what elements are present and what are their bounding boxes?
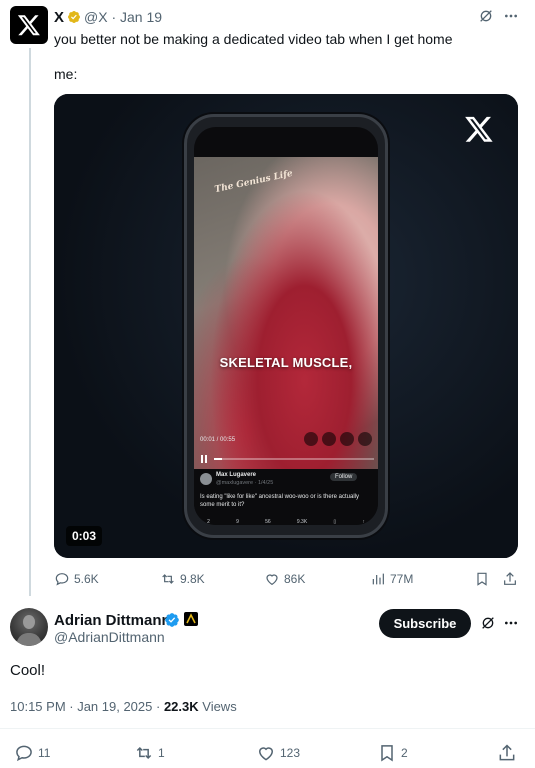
fullscreen-icon (358, 432, 372, 446)
video-control-icons (304, 432, 372, 446)
blue-verified-icon (164, 612, 180, 633)
like-count: 123 (280, 746, 301, 760)
inner-post: Max Lugavere @maxlugavere · 1/4/25 Follo… (194, 469, 378, 525)
tweet-meta: 10:15 PM · Jan 19, 2025 · 22.3K Views (10, 699, 237, 714)
share-button[interactable] (502, 571, 518, 587)
inner-bookmark-icon: ▯ (333, 519, 337, 525)
bookmark-button[interactable]: 2 (377, 743, 408, 763)
video-caption: SKELETAL MUSCLE, (219, 355, 353, 370)
phone-screen: The Genius Life SKELETAL MUSCLE, 00:01 /… (194, 127, 378, 525)
repost-button[interactable]: 9.8K (160, 571, 205, 587)
meat-image (194, 157, 378, 477)
bookmark-icon (381, 745, 393, 762)
video-duration-badge: 0:03 (66, 526, 103, 546)
reply-count: 11 (38, 746, 51, 760)
like-button[interactable]: 123 (256, 743, 300, 763)
inner-stat: 9.3K (296, 519, 308, 525)
quoted-action-bar: 5.6K 9.8K 86K 77M (54, 569, 518, 589)
inner-avatar (200, 473, 212, 485)
inner-stat: 9 (236, 519, 239, 525)
more-icon[interactable] (502, 8, 520, 29)
repost-count: 1 (158, 746, 165, 760)
main-action-bar: 11 1 123 2 (0, 740, 535, 764)
inner-author-name: Max Lugavere (216, 472, 257, 478)
views-count: 22.3K (163, 699, 199, 714)
inner-author-handle: @maxlugavere · 1/4/25 (216, 480, 274, 486)
inner-post-text: Is eating "like for like" ancestral woo-… (200, 494, 359, 508)
share-button[interactable] (497, 743, 517, 763)
tweet-text: you better not be making a dedicated vid… (54, 31, 453, 47)
views-icon (372, 573, 384, 585)
views-button[interactable]: 77M (370, 571, 413, 587)
video-player[interactable]: The Genius Life SKELETAL MUSCLE, 00:01 /… (54, 94, 518, 558)
share-icon (504, 572, 516, 585)
repost-count: 9.8K (180, 572, 205, 586)
bookmark-button[interactable] (474, 571, 490, 587)
inner-stat: 56 (265, 519, 271, 525)
divider (0, 728, 535, 729)
heart-icon (266, 574, 278, 586)
bookmark-icon (477, 572, 487, 586)
like-button[interactable]: 86K (264, 571, 305, 587)
tweet-text: Cool! (10, 662, 46, 679)
grok-icon[interactable] (480, 615, 496, 636)
pause-icon (201, 455, 207, 463)
more-icon[interactable] (502, 615, 520, 636)
thread-line (29, 48, 31, 596)
gold-verified-icon (67, 10, 81, 29)
reply-count: 5.6K (74, 572, 99, 586)
bookmark-count: 2 (401, 746, 408, 760)
settings-icon (304, 432, 318, 446)
video-progress-bar (214, 458, 374, 460)
tweet-timestamp[interactable]: 10:15 PM · Jan 19, 2025 · (10, 699, 164, 714)
repost-icon (136, 746, 152, 760)
avatar[interactable] (10, 608, 48, 646)
phone-mockup: The Genius Life SKELETAL MUSCLE, 00:01 /… (184, 114, 388, 538)
video-time: 00:01 / 00:55 (200, 437, 236, 443)
x-watermark-icon (464, 114, 494, 149)
avatar-x[interactable] (10, 6, 48, 44)
grok-icon[interactable] (478, 8, 494, 29)
subscribe-button[interactable]: Subscribe (379, 609, 471, 638)
cast-icon (322, 432, 336, 446)
author-name[interactable]: X (54, 9, 64, 26)
reply-button[interactable]: 11 (14, 743, 50, 763)
share-icon (499, 744, 515, 761)
repost-icon (162, 574, 174, 584)
affiliate-badge-icon (184, 612, 198, 626)
heart-icon (258, 747, 274, 761)
inner-stats: 2 9 56 9.3K ▯ ↑ (194, 519, 378, 525)
author-name[interactable]: Adrian Dittmann (54, 612, 171, 629)
views-label: Views (198, 699, 237, 714)
author-handle[interactable]: @AdrianDittmann (54, 629, 165, 645)
reply-icon (16, 745, 32, 762)
inner-stat: 2 (207, 519, 210, 525)
tweet-text-line2: me: (54, 66, 78, 82)
inner-follow-button: Follow (330, 473, 358, 481)
like-count: 86K (284, 572, 306, 586)
repost-button[interactable]: 1 (134, 743, 165, 763)
reply-icon (55, 573, 69, 586)
reply-button[interactable]: 5.6K (54, 571, 99, 587)
author-handle-date[interactable]: @X · Jan 19 (84, 9, 162, 25)
inner-share-icon: ↑ (362, 519, 365, 525)
volume-icon (340, 432, 354, 446)
x-logo-icon (17, 15, 40, 36)
views-count: 77M (390, 572, 414, 586)
